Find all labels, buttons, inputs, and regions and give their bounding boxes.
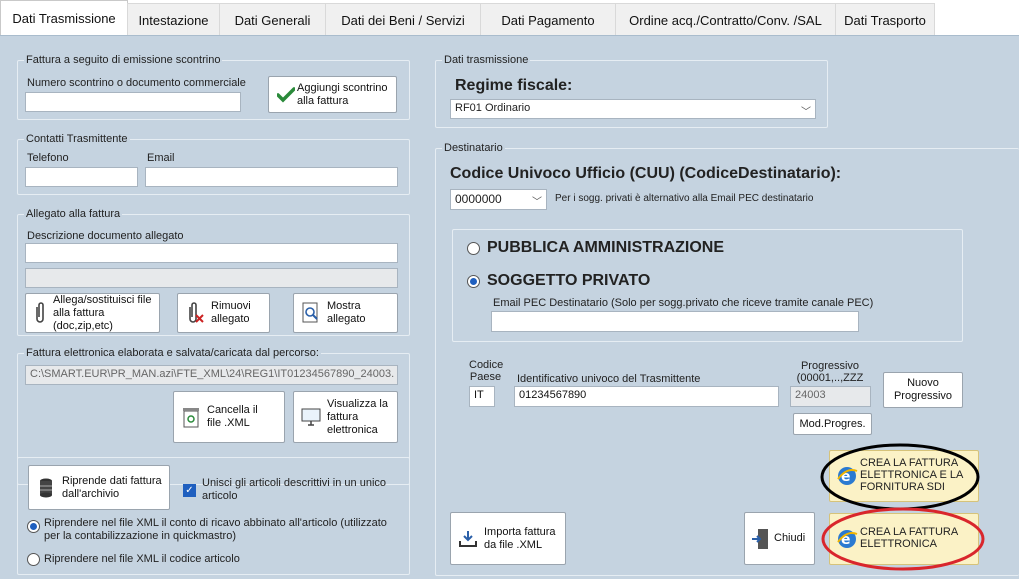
scontrino-label: Numero scontrino o documento commerciale xyxy=(27,77,246,89)
main-panel: Fattura a seguito di emissione scontrino… xyxy=(0,35,1019,579)
percorso-legend: Fattura elettronica elaborata e salvata/… xyxy=(24,347,321,359)
visualizza-fattura-label: Visualizza la fattura elettronica xyxy=(327,397,388,436)
scontrino-legend: Fattura a seguito di emissione scontrino xyxy=(24,54,223,66)
riprende-dati-button[interactable]: Riprende dati fattura dall'archivio xyxy=(28,465,170,510)
identificativo-label: Identificativo univoco del Trasmittente xyxy=(517,373,701,385)
visualizza-fattura-button[interactable]: Visualizza la fattura elettronica xyxy=(293,391,398,443)
remove-attachment-icon xyxy=(184,302,206,324)
regime-fiscale-value: RF01 Ordinario xyxy=(455,102,531,114)
cuu-note: Per i sogg. privati è alternativo alla E… xyxy=(555,193,814,204)
cancella-xml-label: Cancella il file .XML xyxy=(207,404,258,429)
allega-file-button[interactable]: Allega/sostituisci file alla fattura (do… xyxy=(25,293,160,333)
pec-input[interactable] xyxy=(491,311,859,332)
progressivo-input: 24003 xyxy=(790,386,871,407)
aggiungi-scontrino-button[interactable]: Aggiungi scontrino alla fattura xyxy=(268,76,397,113)
chiudi-label: Chiudi xyxy=(774,532,806,544)
radio-pubblica-amministrazione-label: PUBBLICA AMMINISTRAZIONE xyxy=(487,239,725,256)
allega-file-label: Allega/sostituisci file alla fattura (do… xyxy=(53,293,152,332)
aggiungi-scontrino-label: Aggiungi scontrino alla fattura xyxy=(297,81,388,107)
radio-soggetto-privato[interactable] xyxy=(467,275,480,288)
database-icon xyxy=(35,477,57,499)
unisci-articoli-checkbox[interactable]: ✓ xyxy=(183,484,196,497)
chevron-down-icon: ﹀ xyxy=(801,107,811,118)
black-highlight-ellipse xyxy=(820,443,980,511)
tab-bar: Dati Trasmissione Intestazione Dati Gene… xyxy=(0,0,1019,36)
trasmissione-legend: Dati trasmissione xyxy=(442,54,531,66)
regime-fiscale-label: Regime fiscale: xyxy=(455,77,573,94)
importa-xml-label: Importa fattura da file .XML xyxy=(484,525,556,551)
scontrino-input[interactable] xyxy=(25,92,241,112)
exit-door-icon xyxy=(749,528,771,550)
nuovo-progressivo-button[interactable]: Nuovo Progressivo xyxy=(883,372,963,408)
cuu-value: 0000000 xyxy=(455,192,502,206)
telefono-input[interactable] xyxy=(25,167,138,187)
email-input[interactable] xyxy=(145,167,398,187)
tab-intestazione[interactable]: Intestazione xyxy=(127,3,220,36)
mostra-allegato-button[interactable]: Mostra allegato xyxy=(293,293,398,333)
codice-paese-input[interactable]: IT xyxy=(469,386,495,407)
riprende-dati-label: Riprende dati fattura dall'archivio xyxy=(62,474,162,500)
import-tray-icon xyxy=(457,528,479,550)
radio-codice-articolo[interactable] xyxy=(27,553,40,566)
tab-dati-trasmissione[interactable]: Dati Trasmissione xyxy=(0,0,128,36)
descrizione-allegato-label: Descrizione documento allegato xyxy=(27,230,184,242)
mostra-allegato-label: Mostra allegato xyxy=(327,300,366,325)
destinatario-legend: Destinatario xyxy=(442,142,505,154)
chevron-down-icon: ﹀ xyxy=(532,197,542,208)
unisci-articoli-label: Unisci gli articoli descrittivi in un un… xyxy=(202,477,387,502)
email-label: Email xyxy=(147,152,175,164)
codice-paese-label: Codice Paese xyxy=(469,359,504,383)
tab-dati-trasporto[interactable]: Dati Trasporto xyxy=(835,3,935,36)
importa-xml-button[interactable]: Importa fattura da file .XML xyxy=(450,512,566,565)
telefono-label: Telefono xyxy=(27,152,69,164)
paperclip-icon xyxy=(29,302,51,324)
chiudi-button[interactable]: Chiudi xyxy=(744,512,815,565)
radio-codice-articolo-label: Riprendere nel file XML il codice artico… xyxy=(44,553,240,565)
radio-conto-ricavo[interactable] xyxy=(27,520,40,533)
identificativo-input[interactable]: 01234567890 xyxy=(514,386,779,407)
pec-label: Email PEC Destinatario (Solo per sogg.pr… xyxy=(493,297,874,309)
radio-conto-ricavo-label: Riprendere nel file XML il conto di rica… xyxy=(44,517,387,542)
percorso-xml-path: C:\SMART.EUR\PR_MAN.azi\FTE_XML\24\REG1\… xyxy=(25,365,398,385)
regime-fiscale-select[interactable]: RF01 Ordinario ﹀ xyxy=(450,99,816,119)
cancella-xml-button[interactable]: Cancella il file .XML xyxy=(173,391,285,443)
radio-soggetto-privato-label: SOGGETTO PRIVATO xyxy=(487,272,651,289)
trash-icon xyxy=(180,406,202,428)
mod-progressivo-button[interactable]: Mod.Progres. xyxy=(793,413,872,435)
red-highlight-ellipse xyxy=(821,507,985,571)
cuu-select[interactable]: 0000000 ﹀ xyxy=(450,189,547,210)
monitor-icon xyxy=(300,406,322,428)
cuu-label: Codice Univoco Ufficio (CUU) (CodiceDest… xyxy=(450,165,842,182)
checkmark-icon xyxy=(275,84,297,106)
magnify-document-icon xyxy=(300,302,322,324)
rimuovi-allegato-button[interactable]: Rimuovi allegato xyxy=(177,293,270,333)
tab-dati-beni-servizi[interactable]: Dati dei Beni / Servizi xyxy=(325,3,481,36)
allegato-file-path xyxy=(25,268,398,288)
radio-pubblica-amministrazione[interactable] xyxy=(467,242,480,255)
tab-dati-pagamento[interactable]: Dati Pagamento xyxy=(480,3,616,36)
descrizione-allegato-input[interactable] xyxy=(25,243,398,263)
rimuovi-allegato-label: Rimuovi allegato xyxy=(211,300,251,325)
tab-ordine-acquisto[interactable]: Ordine acq./Contratto/Conv. /SAL xyxy=(615,3,836,36)
tab-dati-generali[interactable]: Dati Generali xyxy=(219,3,326,36)
contatti-legend: Contatti Trasmittente xyxy=(24,133,130,145)
progressivo-label: Progressivo (00001,..,ZZZ xyxy=(796,360,864,384)
highlight-annotations xyxy=(820,443,985,571)
allegato-legend: Allegato alla fattura xyxy=(24,208,123,220)
